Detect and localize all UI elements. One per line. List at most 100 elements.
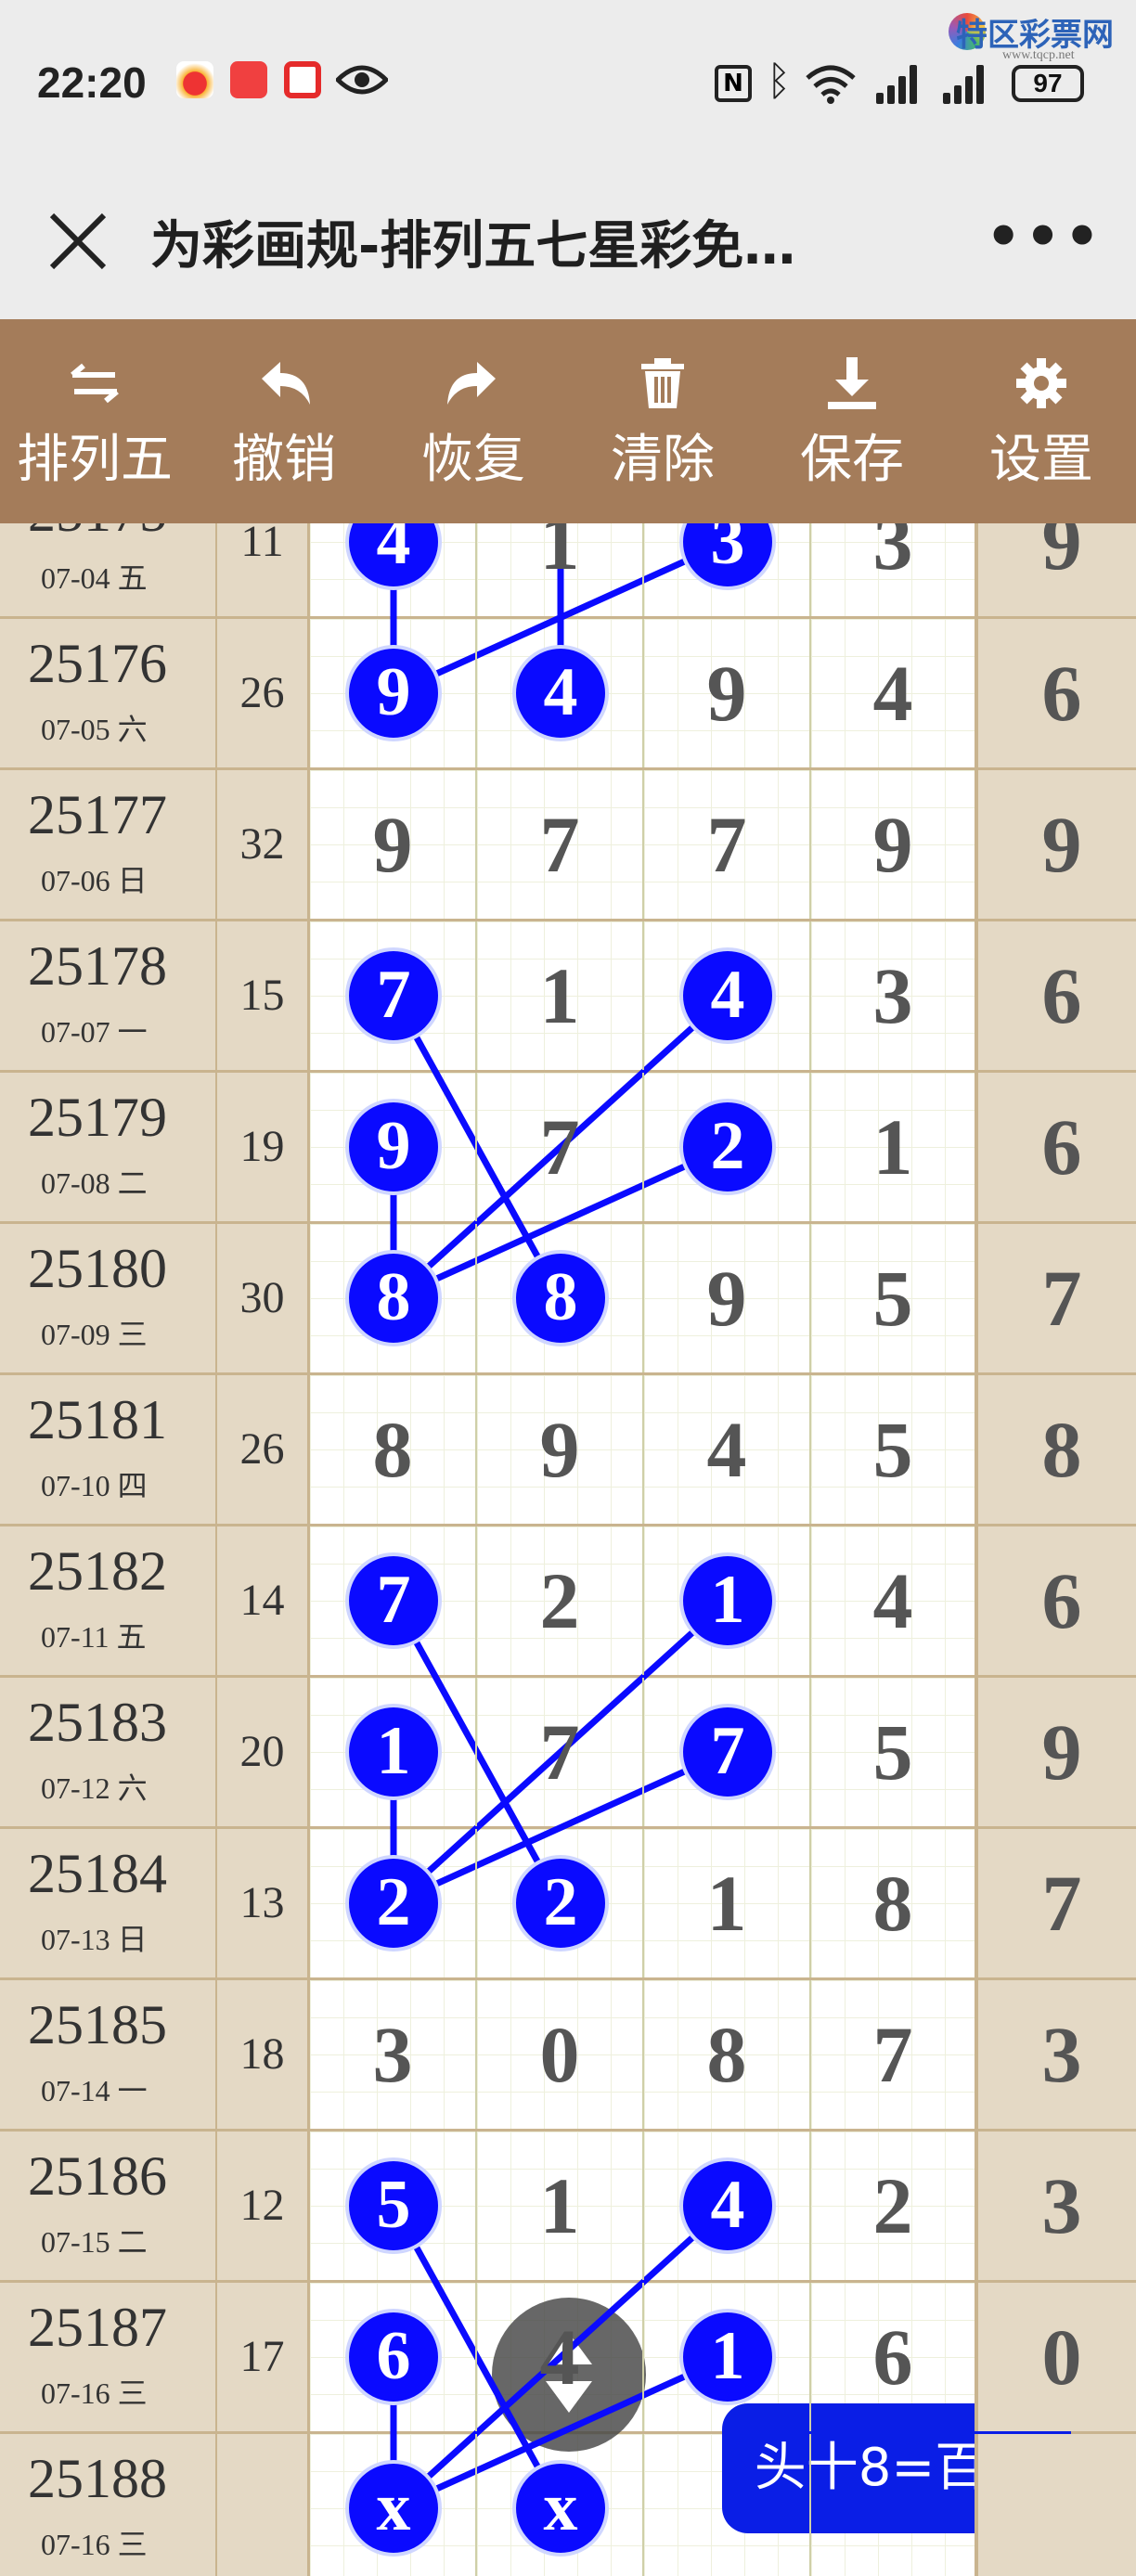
clear-button[interactable]: 清除 — [568, 319, 757, 523]
switch-game-button[interactable]: 排列五 — [0, 319, 189, 523]
digit-cell[interactable]: 9 — [477, 1375, 644, 1524]
digit-cell[interactable]: 3 — [644, 523, 811, 616]
digit-cell[interactable]: 4 — [477, 619, 644, 767]
highlight-ball[interactable]: x — [512, 2460, 609, 2557]
highlight-ball[interactable]: 4 — [679, 947, 776, 1044]
highlight-ball[interactable]: 7 — [345, 947, 442, 1044]
undo-button[interactable]: 撤销 — [189, 319, 379, 523]
digit-cell[interactable]: 5 — [811, 1224, 978, 1372]
digit-cell[interactable]: 0 — [978, 2283, 1136, 2431]
digit-cell[interactable]: 1 — [644, 2283, 811, 2431]
digit-cell[interactable]: 2 — [310, 1829, 477, 1977]
highlight-ball[interactable]: 4 — [512, 645, 609, 741]
digit-cell[interactable] — [811, 2434, 978, 2576]
highlight-ball[interactable]: 8 — [512, 1250, 609, 1346]
digit-cell[interactable]: 3 — [978, 1980, 1136, 2129]
digit-cell[interactable]: 7 — [310, 1526, 477, 1675]
digit-cell[interactable]: 7 — [310, 921, 477, 1070]
digit-cell[interactable]: 4 — [811, 1526, 978, 1675]
digit-cell[interactable]: 5 — [811, 1678, 978, 1826]
highlight-ball[interactable]: 3 — [679, 523, 776, 590]
digit-cell[interactable]: 1 — [310, 1678, 477, 1826]
more-button[interactable]: ••• — [986, 204, 1100, 278]
digit-cell[interactable]: 9 — [811, 770, 978, 919]
draw-history-grid[interactable]: 2517507-04 五11413392517607-05 六269494625… — [0, 523, 1136, 2576]
digit-cell[interactable]: 9 — [978, 770, 1136, 919]
digit-cell[interactable]: 9 — [978, 1678, 1136, 1826]
digit-cell[interactable]: 7 — [978, 1224, 1136, 1372]
digit-cell[interactable]: 6 — [978, 1526, 1136, 1675]
digit-cell[interactable]: 2 — [644, 1073, 811, 1221]
digit-cell[interactable]: 5 — [811, 1375, 978, 1524]
redo-button[interactable]: 恢复 — [379, 319, 568, 523]
digit-cell[interactable]: 1 — [477, 921, 644, 1070]
highlight-ball[interactable]: 2 — [345, 1855, 442, 1951]
digit-cell[interactable]: 5 — [310, 2132, 477, 2280]
highlight-ball[interactable]: 4 — [679, 2157, 776, 2254]
digit-cell[interactable]: 9 — [310, 619, 477, 767]
digit-cell[interactable]: 2 — [811, 2132, 978, 2280]
highlight-ball[interactable]: 9 — [345, 1099, 442, 1195]
digit-cell[interactable]: 6 — [978, 921, 1136, 1070]
digit-cell[interactable]: 4 — [644, 921, 811, 1070]
digit-cell[interactable]: 3 — [811, 921, 978, 1070]
digit-cell[interactable]: 7 — [811, 1980, 978, 2129]
highlight-ball[interactable]: 1 — [679, 1552, 776, 1649]
digit-cell[interactable] — [644, 2434, 811, 2576]
digit-cell[interactable]: 9 — [310, 770, 477, 919]
digit-cell[interactable]: 4 — [310, 523, 477, 616]
digit-cell[interactable]: 2 — [477, 1829, 644, 1977]
digit-cell[interactable]: 7 — [644, 1678, 811, 1826]
highlight-ball[interactable]: 9 — [345, 645, 442, 741]
highlight-ball[interactable]: 1 — [679, 2309, 776, 2405]
digit-cell[interactable]: 2 — [477, 1526, 644, 1675]
digit-cell[interactable]: 8 — [978, 1375, 1136, 1524]
highlight-ball[interactable]: x — [345, 2460, 442, 2557]
digit-cell[interactable]: x — [477, 2434, 644, 2576]
digit-cell[interactable]: 8 — [310, 1375, 477, 1524]
digit-cell[interactable] — [978, 2434, 1136, 2576]
highlight-ball[interactable]: 7 — [345, 1552, 442, 1649]
digit-cell[interactable]: 4 — [477, 2283, 644, 2431]
digit-cell[interactable]: 9 — [310, 1073, 477, 1221]
digit-cell[interactable]: 6 — [978, 1073, 1136, 1221]
digit-cell[interactable]: 1 — [477, 2132, 644, 2280]
highlight-ball[interactable]: 7 — [679, 1704, 776, 1800]
highlight-ball[interactable]: 4 — [345, 523, 442, 590]
digit-cell[interactable]: 0 — [477, 1980, 644, 2129]
digit-cell[interactable]: 3 — [811, 523, 978, 616]
digit-cell[interactable]: 8 — [811, 1829, 978, 1977]
digit-cell[interactable]: 1 — [644, 1526, 811, 1675]
highlight-ball[interactable]: 6 — [345, 2309, 442, 2405]
digit-cell[interactable]: 8 — [644, 1980, 811, 2129]
highlight-ball[interactable]: 2 — [679, 1099, 776, 1195]
digit-cell[interactable]: 1 — [811, 1073, 978, 1221]
highlight-ball[interactable]: 2 — [512, 1855, 609, 1951]
digit-cell[interactable]: 1 — [644, 1829, 811, 1977]
highlight-ball[interactable]: 8 — [345, 1250, 442, 1346]
highlight-ball[interactable]: 1 — [345, 1704, 442, 1800]
digit-cell[interactable]: 1 — [477, 523, 644, 616]
digit-cell[interactable]: 9 — [644, 619, 811, 767]
digit-cell[interactable]: 8 — [477, 1224, 644, 1372]
digit-cell[interactable]: 7 — [644, 770, 811, 919]
digit-cell[interactable]: 7 — [978, 1829, 1136, 1977]
digit-cell[interactable]: 7 — [477, 1678, 644, 1826]
digit-cell[interactable]: 7 — [477, 770, 644, 919]
digit-cell[interactable]: 6 — [310, 2283, 477, 2431]
digit-cell[interactable]: x — [310, 2434, 477, 2576]
save-button[interactable]: 保存 — [757, 319, 947, 523]
digit-cell[interactable]: 8 — [310, 1224, 477, 1372]
settings-button[interactable]: 设置 — [947, 319, 1136, 523]
digit-cell[interactable]: 3 — [310, 1980, 477, 2129]
digit-cell[interactable]: 6 — [811, 2283, 978, 2431]
digit-cell[interactable]: 3 — [978, 2132, 1136, 2280]
digit-cell[interactable]: 4 — [811, 619, 978, 767]
digit-cell[interactable]: 9 — [644, 1224, 811, 1372]
close-button[interactable] — [41, 204, 115, 278]
digit-cell[interactable]: 6 — [978, 619, 1136, 767]
highlight-ball[interactable]: 5 — [345, 2157, 442, 2254]
digit-cell[interactable]: 7 — [477, 1073, 644, 1221]
digit-cell[interactable]: 4 — [644, 1375, 811, 1524]
digit-cell[interactable]: 4 — [644, 2132, 811, 2280]
